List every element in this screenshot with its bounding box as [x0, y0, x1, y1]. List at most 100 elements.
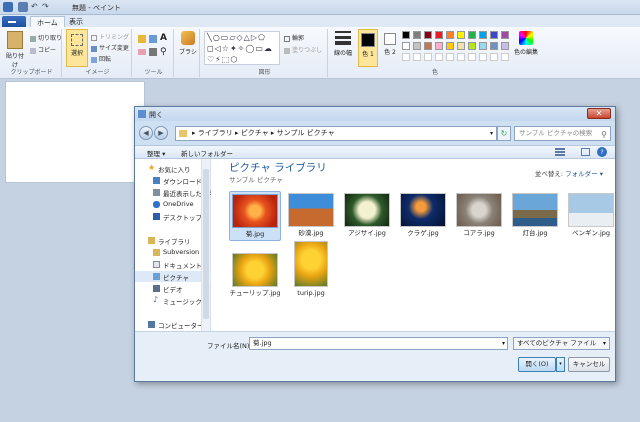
brushes-group[interactable]: ブラシ	[176, 29, 200, 77]
file-menu-tab[interactable]	[2, 16, 26, 27]
back-button[interactable]: ◀	[139, 126, 153, 140]
view-options-icon[interactable]	[555, 148, 565, 156]
custom-color-swatch[interactable]	[468, 53, 476, 61]
custom-color-swatch[interactable]	[424, 53, 432, 61]
size-button[interactable]: 線の幅	[332, 31, 354, 57]
nav-libraries[interactable]: ライブラリ	[135, 235, 211, 246]
nav-subversion[interactable]: Subversion	[135, 247, 211, 258]
help-icon[interactable]: ?	[597, 147, 607, 157]
custom-color-swatch[interactable]	[490, 53, 498, 61]
new-folder-button[interactable]: 新しいフォルダー	[181, 148, 233, 158]
filetype-select[interactable]: すべてのピクチャ ファイル ▾	[513, 337, 610, 350]
breadcrumb-sample-pictures[interactable]: サンプル ピクチャ	[277, 129, 335, 137]
color-swatch[interactable]	[446, 31, 454, 39]
breadcrumb-libraries[interactable]: ライブラリ	[198, 129, 233, 137]
custom-color-swatch[interactable]	[501, 53, 509, 61]
file-item[interactable]: 砂漠.jpg	[285, 193, 337, 237]
outline-button[interactable]: 輪郭	[284, 33, 304, 42]
color-swatch[interactable]	[435, 42, 443, 50]
rotate-button[interactable]: 回転	[91, 54, 111, 63]
nav-computer[interactable]: コンピューター	[135, 319, 211, 330]
close-button[interactable]: ✕	[587, 108, 611, 119]
filename-input[interactable]: 菊.jpg ▾	[249, 337, 508, 350]
file-item[interactable]: ペンギン.jpg	[565, 193, 617, 237]
magnifier-icon[interactable]: ⚲	[160, 47, 167, 57]
brush-button[interactable]: ブラシ	[178, 31, 198, 56]
custom-color-swatch[interactable]	[435, 53, 443, 61]
pencil-icon[interactable]	[138, 35, 146, 43]
file-item[interactable]: コアラ.jpg	[453, 193, 505, 237]
file-item[interactable]: 灯台.jpg	[509, 193, 561, 237]
custom-color-swatch[interactable]	[402, 53, 410, 61]
color-swatch[interactable]	[435, 31, 443, 39]
preview-pane-icon[interactable]	[581, 148, 590, 156]
select-button[interactable]: 選択	[66, 29, 88, 67]
custom-color-swatch[interactable]	[479, 53, 487, 61]
nav-downloads[interactable]: ダウンロード	[135, 175, 211, 186]
nav-pictures[interactable]: ピクチャ	[135, 271, 211, 282]
undo-icon[interactable]: ↶	[31, 2, 41, 12]
eraser-icon[interactable]	[138, 49, 146, 55]
breadcrumb-pictures[interactable]: ピクチャ	[241, 129, 269, 137]
color-swatch[interactable]	[457, 42, 465, 50]
color-swatch[interactable]	[413, 31, 421, 39]
arrange-dropdown[interactable]: フォルダー ▾	[565, 170, 603, 178]
shapes-gallery[interactable]: ╲○▭▱◇△▷⬠ ◻◁☆✦✧◯▭☁ ♡⚡⬚⬡	[204, 31, 280, 65]
tab-home[interactable]: ホーム	[30, 16, 65, 27]
forward-button[interactable]: ▶	[154, 126, 168, 140]
color-swatch[interactable]	[424, 31, 432, 39]
address-bar[interactable]: ▸ ライブラリ ▸ ピクチャ ▸ サンプル ピクチャ ▾	[175, 126, 497, 141]
app-menu-icon[interactable]	[3, 2, 13, 12]
color-swatch[interactable]	[479, 31, 487, 39]
nav-documents[interactable]: ドキュメント	[135, 259, 211, 270]
copy-button[interactable]: コピー	[30, 45, 56, 54]
color-swatch[interactable]	[424, 42, 432, 50]
refresh-button[interactable]: ↻	[497, 126, 511, 141]
color1-button[interactable]: 色 1	[358, 29, 378, 67]
tab-view[interactable]: 表示	[63, 16, 89, 27]
nav-videos[interactable]: ビデオ	[135, 283, 211, 294]
scrollbar-thumb[interactable]	[203, 169, 209, 319]
custom-color-swatch[interactable]	[413, 53, 421, 61]
search-input[interactable]: サンプル ピクチャの検索 ⚲	[514, 126, 611, 141]
nav-recent[interactable]: 最近表示した場所	[135, 187, 211, 198]
address-dropdown-icon[interactable]: ▾	[490, 127, 493, 140]
cancel-button[interactable]: キャンセル	[568, 357, 610, 372]
organize-button[interactable]: 整理 ▾	[147, 148, 165, 158]
color-picker-icon[interactable]	[149, 48, 157, 56]
color-swatch[interactable]	[402, 31, 410, 39]
nav-scrollbar[interactable]	[201, 159, 210, 331]
cut-button[interactable]: 切り取り	[30, 33, 62, 42]
color-swatch[interactable]	[402, 42, 410, 50]
color-swatch[interactable]	[479, 42, 487, 50]
color-swatch[interactable]	[468, 42, 476, 50]
color-swatch[interactable]	[490, 42, 498, 50]
paste-button[interactable]: 貼り付け	[4, 31, 26, 69]
open-button[interactable]: 開く(O)	[518, 357, 556, 372]
edit-colors-button[interactable]: 色の編集	[514, 31, 538, 56]
resize-button[interactable]: サイズ変更	[91, 43, 129, 52]
color-swatch[interactable]	[501, 31, 509, 39]
color-swatch[interactable]	[468, 31, 476, 39]
color-swatch[interactable]	[413, 42, 421, 50]
color-swatch[interactable]	[501, 42, 509, 50]
save-icon[interactable]	[18, 2, 28, 12]
file-item[interactable]: チューリップ.jpg	[229, 253, 281, 297]
file-item[interactable]: turip.jpg	[285, 241, 337, 297]
custom-color-swatch[interactable]	[446, 53, 454, 61]
text-icon[interactable]: A	[160, 33, 167, 43]
file-item[interactable]: アジサイ.jpg	[341, 193, 393, 237]
color-swatch[interactable]	[490, 31, 498, 39]
nav-favorites[interactable]: ★ お気に入り	[135, 163, 211, 174]
shape-fill-button[interactable]: 塗りつぶし	[284, 45, 322, 54]
drawing-canvas[interactable]	[5, 81, 145, 183]
chevron-down-icon[interactable]: ▾	[502, 338, 505, 349]
redo-icon[interactable]: ↷	[42, 2, 52, 12]
open-options-button[interactable]: ▾	[556, 357, 565, 372]
file-item[interactable]: クラゲ.jpg	[397, 193, 449, 237]
nav-desktop[interactable]: デスクトップ	[135, 211, 211, 222]
nav-onedrive[interactable]: OneDrive	[135, 199, 211, 210]
color-swatch[interactable]	[446, 42, 454, 50]
color2-button[interactable]: 色 2	[381, 31, 399, 56]
fill-icon[interactable]	[149, 35, 157, 43]
